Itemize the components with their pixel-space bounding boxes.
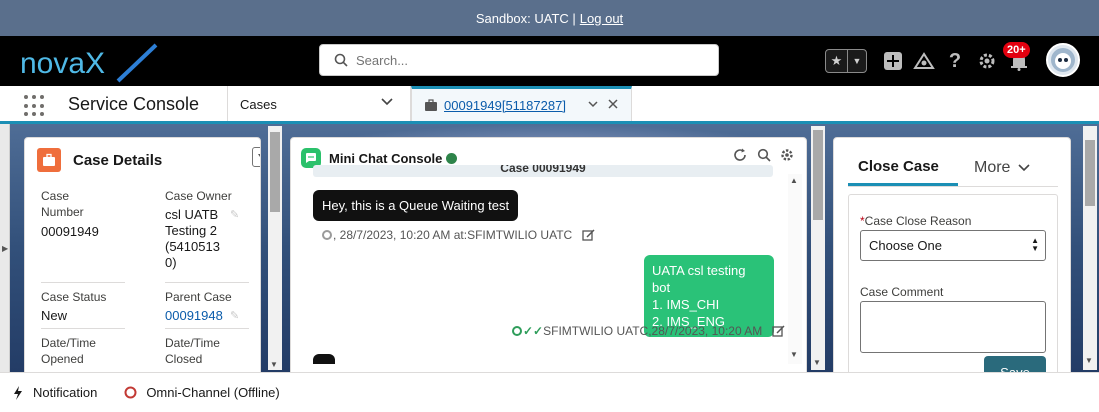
case-status-value: New [41, 308, 68, 323]
star-icon: ★ [826, 50, 848, 72]
nav-menu-chevron[interactable] [380, 94, 394, 111]
parent-case-label: Parent Case [165, 290, 232, 304]
case-owner-label: Case Owner [165, 189, 232, 203]
date-closed-label: Date/Time Closed [165, 336, 220, 366]
sandbox-label: Sandbox: UATC | [475, 10, 576, 26]
search-icon[interactable] [757, 148, 771, 165]
double-check-icon: ✓✓ [523, 324, 544, 338]
chat-scrollbar[interactable]: ▲ ▼ [788, 174, 802, 364]
briefcase-icon [425, 98, 437, 111]
utility-bar: Notification Omni-Channel (Offline) [0, 372, 1099, 412]
edit-pencil-icon[interactable]: ✎ [230, 309, 239, 322]
left-panel-scrollbar[interactable]: ▼ [268, 126, 282, 370]
close-case-panel: Close Case More *Case Close Reason Choos… [833, 137, 1071, 377]
utility-omni-channel[interactable]: Omni-Channel (Offline) [124, 385, 280, 400]
chevron-down-icon[interactable]: ▼ [848, 50, 866, 72]
global-header: novaX Search... ★ ▼ ? 20+ [0, 36, 1099, 86]
case-owner-value[interactable]: csl UATB Testing 2 (5410513 0) [165, 207, 220, 271]
whatsapp-icon [512, 326, 522, 336]
message-meta: ✓✓ SFIMTWILIO UATC,28/7/2023, 10:20 AM [511, 324, 786, 338]
chevron-down-icon [258, 154, 260, 157]
case-icon [37, 148, 61, 172]
case-comment-label: Case Comment [860, 285, 944, 299]
edit-pencil-icon[interactable]: ✎ [230, 208, 239, 221]
note-icon[interactable] [582, 229, 596, 241]
case-status-label: Case Status [41, 290, 107, 304]
select-arrows-icon: ▲ ▼ [1031, 236, 1039, 253]
chat-title: Mini Chat Console [329, 150, 443, 166]
date-opened-label: Date/Time Opened [41, 336, 96, 366]
logout-link[interactable]: Log out [580, 11, 623, 26]
note-icon[interactable] [772, 325, 786, 337]
case-header-strip: Case 00091949 [313, 165, 773, 177]
case-close-reason-label: *Case Close Reason [860, 214, 972, 228]
chevron-down-icon [381, 98, 393, 106]
help-icon[interactable]: ? [943, 48, 967, 74]
global-search-input[interactable]: Search... [319, 44, 719, 76]
tab-label: 00091949[51187287] [444, 97, 566, 113]
nav-item-cases[interactable]: Cases [240, 97, 277, 112]
chevron-down-icon [1018, 164, 1031, 172]
message-incoming: Hey, this is a Queue Waiting test [313, 190, 519, 221]
setup-button[interactable] [975, 48, 999, 74]
brand-text: novaX [20, 47, 105, 80]
tab-more[interactable]: More [974, 159, 1031, 177]
tab-case-00091949[interactable]: 00091949[51187287] [411, 86, 632, 121]
favorites-button[interactable]: ★ ▼ [825, 49, 867, 73]
app-launcher-icon[interactable] [24, 95, 46, 117]
app-name: Service Console [68, 94, 200, 114]
refresh-icon[interactable] [733, 148, 747, 165]
mini-chat-console-panel: Mini Chat Console Case 00091949 Hey, thi… [290, 137, 807, 377]
case-number-label: Case Number [41, 189, 84, 219]
novax-logo[interactable]: novaX [18, 41, 158, 83]
message-incoming-partial [313, 354, 335, 364]
gear-icon[interactable] [780, 148, 794, 165]
right-panel-scrollbar[interactable]: ▼ [1083, 126, 1097, 370]
online-status-dot [446, 152, 458, 164]
search-icon [334, 53, 348, 67]
case-details-panel: Case Details Case Number 00091949 Case O… [24, 137, 261, 377]
trailhead-icon [913, 52, 935, 69]
case-details-title: Case Details [73, 151, 163, 169]
case-close-reason-select[interactable]: Choose One ▲ ▼ [860, 230, 1046, 261]
user-avatar-icon [1051, 48, 1075, 72]
tab-chevron-icon[interactable] [587, 97, 599, 113]
tab-close-case[interactable]: Close Case [848, 158, 958, 186]
global-actions-button[interactable] [881, 48, 905, 74]
split-view-toggle[interactable]: ▶ [0, 124, 10, 372]
case-details-menu[interactable] [252, 147, 260, 167]
gear-icon [979, 53, 995, 69]
plus-icon [884, 52, 902, 70]
parent-case-link[interactable]: 00091948 [165, 308, 223, 324]
trailhead-button[interactable] [912, 48, 936, 74]
message-meta: , 28/7/2023, 10:20 AM at:SFIMTWILIO UATC [321, 228, 596, 242]
avatar[interactable] [1046, 43, 1080, 77]
lightning-icon [14, 385, 22, 400]
case-number-value: 00091949 [41, 224, 99, 239]
navigation-bar: Service Console Cases 00091949[51187287] [0, 86, 1099, 124]
notification-count-badge: 20+ [1003, 42, 1030, 58]
sandbox-bar: Sandbox: UATC | Log out [0, 0, 1099, 36]
close-icon[interactable] [607, 97, 619, 113]
case-comment-textarea[interactable] [860, 301, 1046, 353]
close-case-form: *Case Close Reason Choose One ▲ ▼ Case Co… [848, 194, 1058, 376]
utility-notification[interactable]: Notification [13, 385, 97, 400]
search-placeholder: Search... [356, 52, 409, 68]
offline-status-icon [124, 386, 137, 399]
middle-panel-scrollbar[interactable]: ▼ [811, 126, 825, 370]
whatsapp-icon [322, 230, 332, 240]
